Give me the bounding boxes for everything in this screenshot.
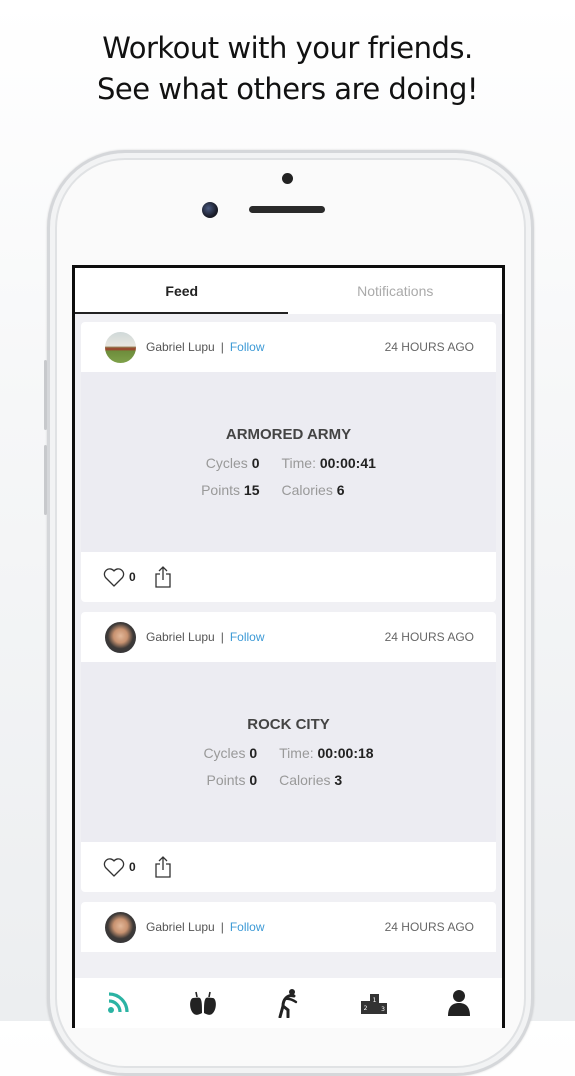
svg-text:1: 1: [372, 997, 376, 1004]
follow-link[interactable]: Follow: [230, 340, 265, 354]
front-camera: [202, 202, 218, 218]
card-header: Gabriel Lupu | Follow 24 HOURS AGO: [81, 322, 496, 372]
share-icon[interactable]: [154, 566, 172, 588]
workout-summary[interactable]: ROCK CITY Cycles 0 Time: 00:00:18 Points…: [81, 662, 496, 842]
headline-line-1: Workout with your friends.: [102, 31, 473, 65]
nav-feed[interactable]: [98, 983, 138, 1023]
profile-icon: [448, 990, 471, 1016]
workout-title: ROCK CITY: [247, 716, 330, 733]
leaderboard-icon: 1 2 3: [360, 994, 387, 1014]
stat-time: Time: 00:00:18: [279, 745, 374, 761]
like-count: 0: [129, 570, 136, 584]
timestamp: 24 HOURS AGO: [384, 630, 474, 644]
nav-profile[interactable]: [439, 983, 479, 1023]
share-icon[interactable]: [154, 856, 172, 878]
user-name[interactable]: Gabriel Lupu: [146, 920, 215, 934]
follow-link[interactable]: Follow: [230, 920, 265, 934]
earpiece-speaker: [249, 206, 325, 213]
like-count: 0: [129, 860, 136, 874]
tab-notifications[interactable]: Notifications: [289, 268, 503, 314]
heart-icon[interactable]: [103, 857, 125, 877]
heart-icon[interactable]: [103, 567, 125, 587]
workout-stats: Cycles 0 Time: 00:00:18 Points 0 Calorie…: [203, 745, 373, 788]
active-tab-indicator: [75, 312, 288, 314]
card-header: Gabriel Lupu | Follow 24 HOURS AGO: [81, 902, 496, 952]
separator: |: [220, 340, 224, 354]
separator: |: [220, 920, 224, 934]
feed-card: Gabriel Lupu | Follow 24 HOURS AGO: [81, 902, 496, 952]
timestamp: 24 HOURS AGO: [384, 920, 474, 934]
nutrition-icon: [190, 991, 216, 1015]
card-header: Gabriel Lupu | Follow 24 HOURS AGO: [81, 612, 496, 662]
volume-down-button: [44, 445, 47, 515]
headline-line-2: See what others are doing!: [96, 72, 479, 106]
stat-cycles: Cycles 0: [205, 455, 260, 471]
avatar[interactable]: [105, 621, 136, 653]
nav-leaderboard[interactable]: 1 2 3: [354, 983, 394, 1023]
stat-points: Points 0: [206, 772, 258, 788]
stat-time: Time: 00:00:41: [281, 455, 376, 471]
stat-calories: Calories 3: [279, 772, 343, 788]
nav-nutrition[interactable]: [183, 983, 223, 1023]
stat-points: Points 15: [201, 482, 260, 498]
svg-text:2: 2: [363, 1005, 367, 1012]
feed-card: Gabriel Lupu | Follow 24 HOURS AGO ROCK …: [81, 612, 496, 892]
follow-link[interactable]: Follow: [230, 630, 265, 644]
avatar[interactable]: [105, 911, 136, 943]
stat-cycles: Cycles 0: [203, 745, 258, 761]
feed-card: Gabriel Lupu | Follow 24 HOURS AGO ARMOR…: [81, 322, 496, 602]
feed-icon: [107, 992, 129, 1013]
promo-headline: Workout with your friends. See what othe…: [0, 28, 575, 110]
card-actions: 0: [81, 842, 496, 892]
tab-bar: Feed Notifications: [75, 268, 502, 314]
stat-calories: Calories 6: [281, 482, 345, 498]
user-name[interactable]: Gabriel Lupu: [146, 630, 215, 644]
proximity-sensor: [282, 173, 293, 184]
nav-exercise[interactable]: [268, 983, 308, 1023]
svg-text:3: 3: [381, 1006, 385, 1013]
volume-up-button: [44, 360, 47, 430]
user-name[interactable]: Gabriel Lupu: [146, 340, 215, 354]
app-screen: Feed Notifications Gabriel Lupu | Follow…: [72, 265, 505, 1028]
timestamp: 24 HOURS AGO: [384, 340, 474, 354]
workout-title: ARMORED ARMY: [225, 426, 352, 443]
tab-feed[interactable]: Feed: [75, 268, 289, 314]
separator: |: [220, 630, 224, 644]
card-actions: 0: [81, 552, 496, 602]
avatar[interactable]: [105, 331, 136, 363]
workout-stats: Cycles 0 Time: 00:00:41 Points 15 Calori…: [201, 455, 376, 498]
workout-summary[interactable]: ARMORED ARMY Cycles 0 Time: 00:00:41 Poi…: [81, 372, 496, 552]
exercise-icon: [278, 989, 298, 1018]
